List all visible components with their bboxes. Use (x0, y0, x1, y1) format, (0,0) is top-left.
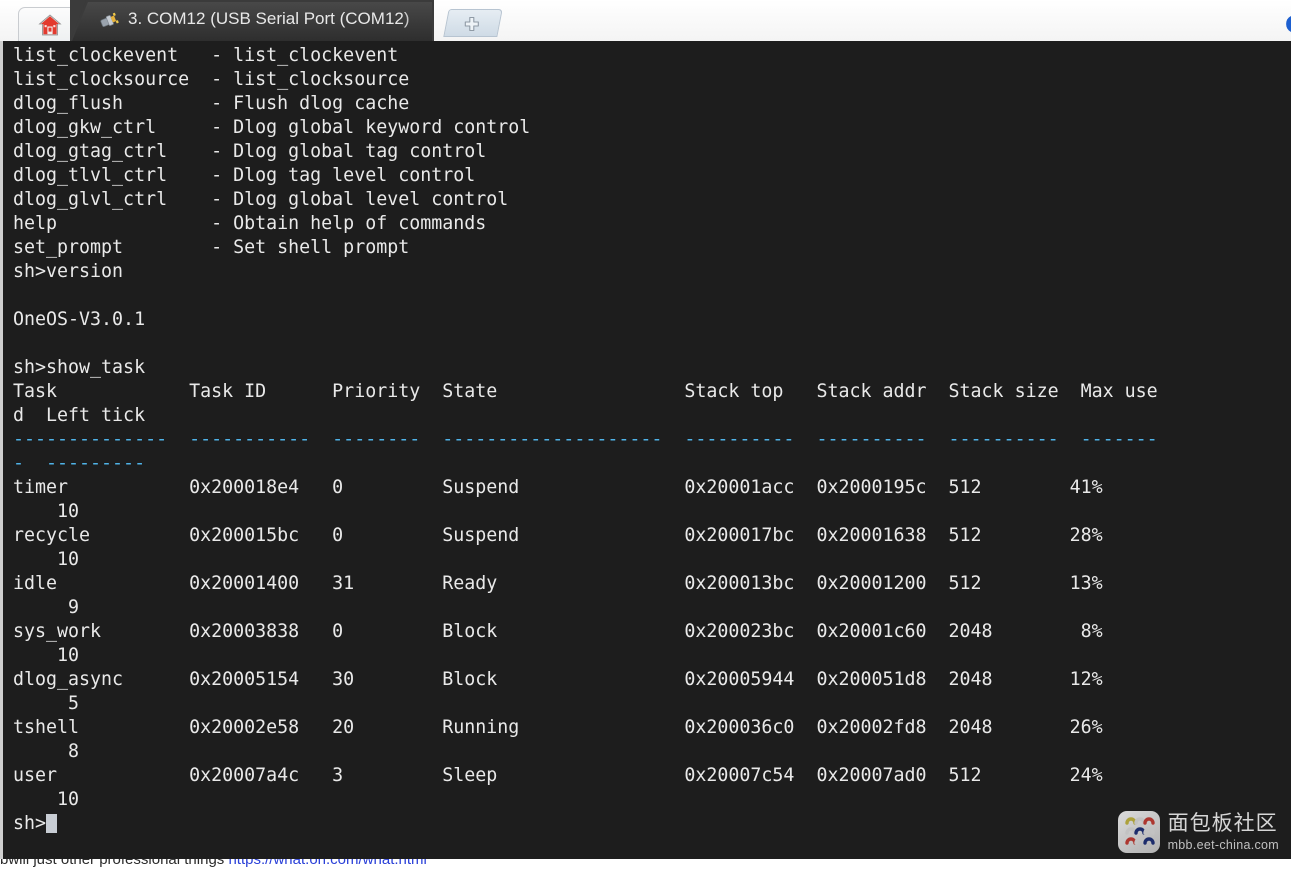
serial-tab-label: 3. COM12 (USB Serial Port (COM12) (128, 9, 410, 28)
clipped-text: bwill just other professional things htt… (0, 859, 427, 868)
watermark-en: mbb.eet-china.com (1167, 837, 1279, 852)
page-bottom-strip: bwill just other professional things htt… (0, 859, 1291, 873)
new-tab-button[interactable] (443, 9, 503, 37)
terminal-cursor (46, 814, 58, 833)
watermark-logo-icon (1117, 811, 1160, 853)
watermark-cn: 面包板社区 (1167, 810, 1278, 835)
watermark: 面包板社区 mbb.eet-china.com (1117, 810, 1279, 854)
plug-icon (100, 12, 119, 27)
terminal-panel[interactable]: list_clockevent - list_clockevent list_c… (0, 41, 1291, 859)
serial-tab[interactable]: 3. COM12 (USB Serial Port (COM12) × (70, 0, 434, 41)
terminal-output[interactable]: list_clockevent - list_clockevent list_c… (13, 44, 1291, 859)
plus-icon (464, 16, 479, 32)
corner-blue-icon[interactable] (1277, 14, 1291, 34)
watermark-text: 面包板社区 mbb.eet-china.com (1167, 810, 1279, 852)
tab-bar: 3. COM12 (USB Serial Port (COM12) × (0, 0, 1291, 41)
home-icon (38, 14, 62, 36)
